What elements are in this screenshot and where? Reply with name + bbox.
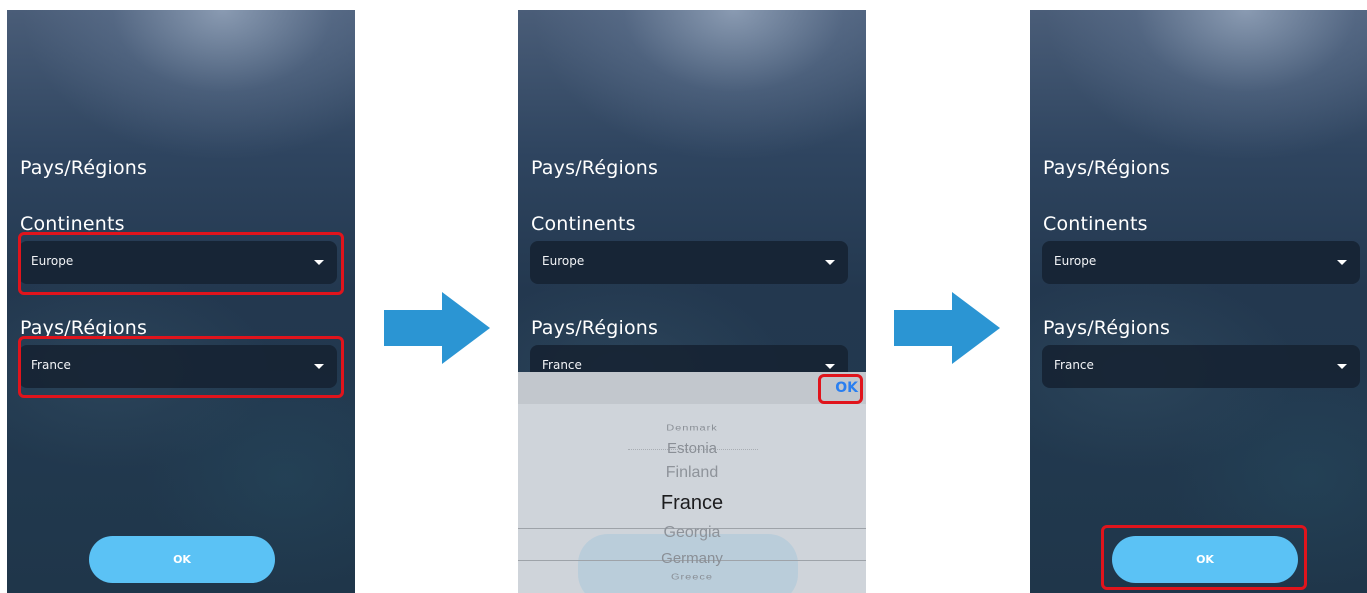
pays-label: Pays/Régions xyxy=(20,317,148,339)
picker-item[interactable]: Georgia xyxy=(518,524,866,542)
chevron-down-icon xyxy=(825,260,835,265)
picker-item[interactable]: Finland xyxy=(518,464,866,482)
arrow-right-icon xyxy=(894,292,1000,364)
page-title: Pays/Régions xyxy=(20,157,148,179)
page-title: Pays/Régions xyxy=(531,157,659,179)
chevron-down-icon xyxy=(825,364,835,369)
pays-dropdown[interactable]: France xyxy=(19,345,337,388)
picker-item[interactable]: Denmark xyxy=(518,424,866,433)
pays-label: Pays/Régions xyxy=(531,317,659,339)
picker-item-selected[interactable]: France xyxy=(518,492,866,515)
chevron-down-icon xyxy=(314,260,324,265)
continent-value: Europe xyxy=(542,254,585,268)
tutorial-sequence: Pays/Régions Continents Europe Pays/Régi… xyxy=(0,0,1367,593)
pays-label: Pays/Régions xyxy=(1043,317,1171,339)
continent-dropdown[interactable]: Europe xyxy=(19,241,337,284)
picker-toolbar: OK xyxy=(518,372,866,404)
continents-label: Continents xyxy=(1043,213,1148,235)
picker-item[interactable]: Estonia xyxy=(518,440,866,457)
continent-value: Europe xyxy=(31,254,74,268)
page-title: Pays/Régions xyxy=(1043,157,1171,179)
picker-ok-button[interactable]: OK xyxy=(835,380,858,396)
country-picker[interactable]: OK Denmark Estonia Finland France Georgi… xyxy=(518,372,866,593)
pays-value: France xyxy=(542,358,582,372)
phone-screen-1: Pays/Régions Continents Europe Pays/Régi… xyxy=(7,10,355,593)
continents-label: Continents xyxy=(531,213,636,235)
phone-screen-3: Pays/Régions Continents Europe Pays/Régi… xyxy=(1030,10,1367,593)
pays-value: France xyxy=(31,358,71,372)
arrow-right-icon xyxy=(384,292,490,364)
chevron-down-icon xyxy=(1337,364,1347,369)
pays-dropdown[interactable]: France xyxy=(1042,345,1360,388)
picker-item[interactable]: Greece xyxy=(518,573,866,582)
ok-button[interactable]: OK xyxy=(1112,536,1298,583)
pays-value: France xyxy=(1054,358,1094,372)
chevron-down-icon xyxy=(314,364,324,369)
chevron-down-icon xyxy=(1337,260,1347,265)
picker-item[interactable]: Germany xyxy=(518,550,866,567)
phone-screen-2: Pays/Régions Continents Europe Pays/Régi… xyxy=(518,10,866,593)
ok-button[interactable]: OK xyxy=(89,536,275,583)
continent-value: Europe xyxy=(1054,254,1097,268)
continent-dropdown[interactable]: Europe xyxy=(1042,241,1360,284)
continents-label: Continents xyxy=(20,213,125,235)
continent-dropdown[interactable]: Europe xyxy=(530,241,848,284)
